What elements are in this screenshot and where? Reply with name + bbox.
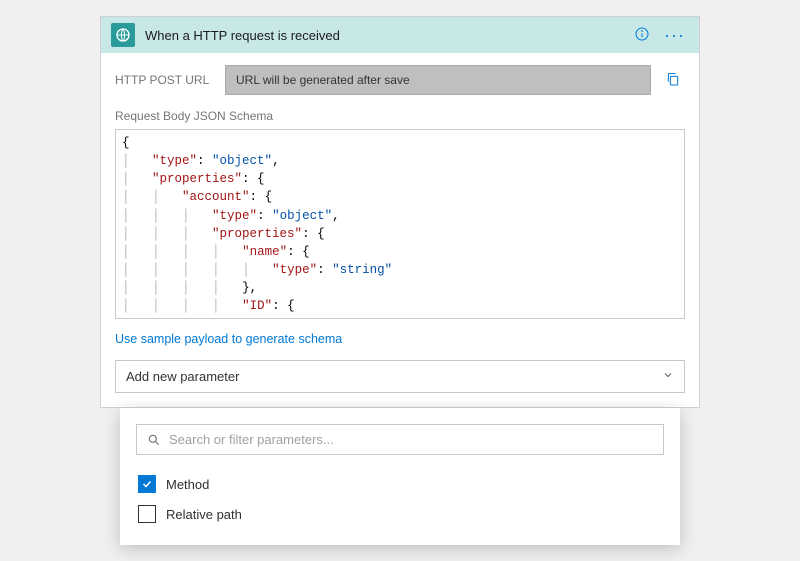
checkbox[interactable] xyxy=(138,505,156,523)
http-trigger-icon xyxy=(111,23,135,47)
http-url-value: URL will be generated after save xyxy=(225,65,651,95)
search-icon xyxy=(147,433,161,447)
more-icon[interactable]: ··· xyxy=(660,25,689,46)
copy-url-icon[interactable] xyxy=(661,67,685,94)
parameter-search-input[interactable] xyxy=(169,432,653,447)
parameter-option[interactable]: Relative path xyxy=(136,499,664,529)
schema-editor[interactable]: {│ "type": "object",│ "properties": {│ │… xyxy=(115,129,685,319)
add-parameter-dropdown[interactable]: Add new parameter xyxy=(115,360,685,393)
http-url-label: HTTP POST URL xyxy=(115,73,215,87)
http-url-row: HTTP POST URL URL will be generated afte… xyxy=(115,65,685,95)
sample-payload-link[interactable]: Use sample payload to generate schema xyxy=(115,332,342,346)
checkbox[interactable] xyxy=(138,475,156,493)
card-title: When a HTTP request is received xyxy=(145,28,624,43)
add-parameter-label: Add new parameter xyxy=(126,369,239,384)
parameter-option-label: Relative path xyxy=(166,507,242,522)
sample-payload-row: Use sample payload to generate schema xyxy=(115,331,685,346)
parameter-search-box[interactable] xyxy=(136,424,664,455)
parameter-dropdown-panel: Method Relative path xyxy=(120,408,680,545)
parameter-option-label: Method xyxy=(166,477,209,492)
schema-label: Request Body JSON Schema xyxy=(115,109,685,123)
parameter-option[interactable]: Method xyxy=(136,469,664,499)
card-body: HTTP POST URL URL will be generated afte… xyxy=(101,53,699,407)
chevron-down-icon xyxy=(662,369,674,384)
card-header[interactable]: When a HTTP request is received ··· xyxy=(101,17,699,53)
trigger-card: When a HTTP request is received ··· HTTP… xyxy=(100,16,700,408)
info-icon[interactable] xyxy=(634,26,650,45)
